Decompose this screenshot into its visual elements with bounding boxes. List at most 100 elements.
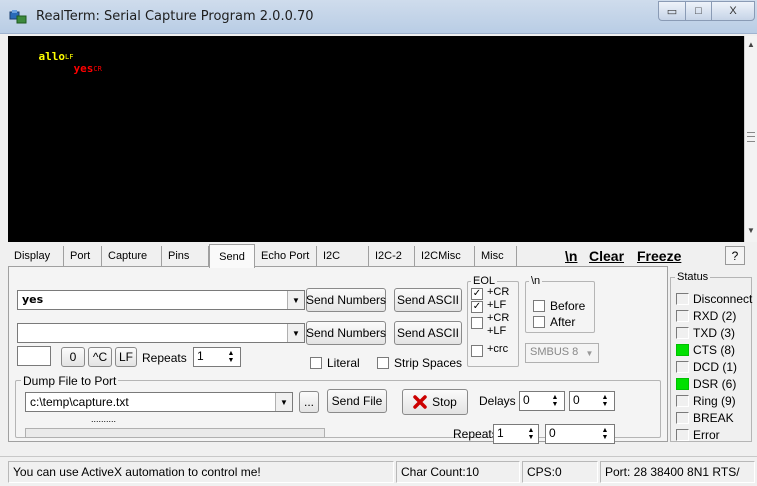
stop-button[interactable]: Stop [402,389,468,415]
status-dcd: DCD (1) [676,359,737,374]
tab-pins[interactable]: Pins [162,246,209,266]
status-group: Status Disconnect RXD (2) TXD (3) CTS (8… [670,271,752,442]
send-lf-button[interactable]: LF [115,347,137,367]
dump-repeats-value: 1 [497,426,504,440]
status-label: BREAK [693,410,734,425]
send-line-2-input[interactable] [17,323,305,343]
clear-button[interactable]: Clear [589,248,624,264]
title-bar[interactable]: RealTerm: Serial Capture Program 2.0.0.7… [0,0,757,34]
tab-display[interactable]: Display [8,246,64,266]
send-zero-button[interactable]: 0 [61,347,85,367]
tab-misc[interactable]: Misc [475,246,517,266]
eol-cr-checkbox-1[interactable]: ✓ [471,288,483,300]
dump-file-path-input[interactable]: c:\temp\capture.txt [25,392,293,412]
dump-repeats-label: Repeats [453,427,498,441]
dump-repeats-2-spinner-icon[interactable]: ▲ ▼ [597,425,613,443]
browse-button[interactable]: ... [299,391,319,413]
maximize-button[interactable]: □ [685,1,712,21]
status-break: BREAK [676,410,734,425]
scroll-up-icon[interactable]: ▲ [745,40,757,49]
delays-label: Delays [479,394,516,408]
send-ctrl-c-button[interactable]: ^C [88,347,112,367]
dump-progress-bar [25,428,325,438]
progress-text: .......... [91,414,117,424]
after-label: After [550,315,576,329]
smbus-value: SMBUS 8 [530,346,579,358]
cps-readout: CPS:0 [522,461,598,483]
delay-2-value: 0 [573,393,580,407]
newline-label: \n [565,248,578,264]
send-file-button[interactable]: Send File [327,389,387,413]
tab-i2cmisc[interactable]: I2CMisc [415,246,475,266]
tab-echo-port[interactable]: Echo Port [255,246,317,266]
status-label: Error [693,427,720,442]
literal-checkbox[interactable] [310,357,322,369]
delay-2-spinner-icon[interactable]: ▲ ▼ [597,392,613,410]
status-rxd: RXD (2) [676,308,736,323]
clear-label: Clear [589,248,625,264]
char-input[interactable] [17,346,51,366]
status-led [676,309,689,322]
tab-send[interactable]: Send [209,244,255,268]
char-count: Char Count:10 [396,461,520,483]
newline-toggle-button[interactable]: \n [565,248,577,264]
send-numbers-button-2[interactable]: Send Numbers [306,321,386,345]
eol-lf-checkbox-1[interactable]: ✓ [471,301,483,313]
status-led [676,343,689,356]
freeze-label: Freeze [637,248,682,264]
tab-capture[interactable]: Capture [102,246,162,266]
tab-strip: Display Port Capture Pins Send Echo Port… [8,244,517,268]
status-cts: CTS (8) [676,342,735,357]
minimize-icon: ▭ [666,5,678,18]
strip-spaces-checkbox[interactable] [377,357,389,369]
terminal-text: yes [73,62,94,75]
scroll-down-icon[interactable]: ▼ [745,226,757,235]
status-led [676,360,689,373]
status-txd: TXD (3) [676,325,735,340]
port-status: Port: 28 38400 8N1 RTS/ [600,461,755,483]
newline-group-title: \n [529,275,543,287]
delay-1-spinner-icon[interactable]: ▲ ▼ [547,392,563,410]
status-disconnect[interactable]: Disconnect [676,291,752,306]
tab-i2c[interactable]: I2C [317,246,369,266]
send-line-1-dropdown-icon[interactable]: ▼ [287,291,304,309]
help-button[interactable]: ? [725,246,745,265]
freeze-button[interactable]: Freeze [637,248,681,264]
send-line-1-input[interactable]: yes [17,290,305,310]
send-numbers-button-1[interactable]: Send Numbers [306,288,386,312]
eol-label-2: +LF [487,299,507,311]
send-line-1-value: yes [22,293,44,306]
terminal-display[interactable]: alloLF yesCR [8,36,744,242]
tab-i2c-2[interactable]: I2C-2 [369,246,415,266]
status-dsr: DSR (6) [676,376,736,391]
close-button[interactable]: X [711,1,755,21]
eol-crc-checkbox[interactable] [471,345,483,357]
repeats-spinner-icon[interactable]: ▲ ▼ [223,348,239,366]
status-title: Status [675,271,711,283]
minimize-button[interactable]: ▭ [658,1,686,21]
status-label: Ring (9) [693,393,736,408]
tab-port[interactable]: Port [64,246,102,266]
status-label: Disconnect [693,291,753,306]
send-ascii-button-2[interactable]: Send ASCII [394,321,462,345]
app-icon [9,10,27,24]
stop-label: Stop [432,395,457,409]
terminal-scrollbar[interactable]: ▲ ▼ [744,36,757,242]
dump-file-dropdown-icon[interactable]: ▼ [275,393,292,411]
smbus-dropdown-icon[interactable]: ▼ [581,344,598,362]
eol-label-4: +LF [487,325,507,337]
eol-cr-checkbox-2[interactable] [471,317,483,329]
status-bar: You can use ActiveX automation to contro… [0,456,757,486]
scroll-grip-icon[interactable] [747,132,755,142]
status-led [676,411,689,424]
send-line-2-dropdown-icon[interactable]: ▼ [287,324,304,342]
status-led [676,428,689,441]
eol-label-3: +CR [487,312,510,324]
status-label: CTS (8) [693,342,735,357]
before-checkbox[interactable] [533,300,545,312]
after-checkbox[interactable] [533,316,545,328]
status-led [676,326,689,339]
status-led [676,394,689,407]
dump-repeats-spinner-icon[interactable]: ▲ ▼ [523,425,539,443]
send-ascii-button-1[interactable]: Send ASCII [394,288,462,312]
